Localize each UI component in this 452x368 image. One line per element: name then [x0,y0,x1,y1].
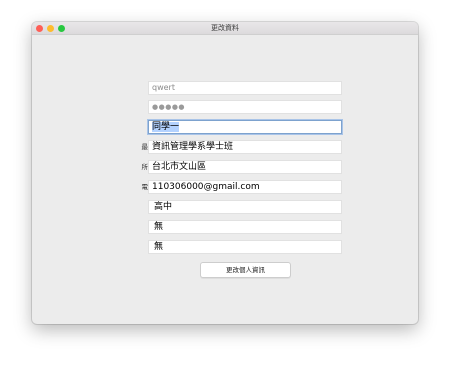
highest-education-field[interactable]: 資訊管理學系學士班 [148,140,342,154]
experience-field[interactable]: 無 [148,220,342,234]
password-field[interactable]: ●●●●● [148,100,342,114]
title-bar: 更改資料 [32,22,418,35]
name-field[interactable]: 同學一 [148,120,342,134]
window-title: 更改資料 [211,24,239,32]
region-field[interactable]: 台北市文山區 [148,160,342,174]
update-profile-button[interactable]: 更改個人資訊 [200,262,291,278]
account-field[interactable]: qwert [148,81,342,95]
email-field[interactable]: 110306000@gmail.com [148,180,342,194]
education-field[interactable]: 高中 [148,200,342,214]
profile-edit-window: 更改資料 帳號： qwert 密碼： ●●●●● 姓名： 同學一 最高學歷： 資… [32,22,418,324]
about-field[interactable]: 無 [148,240,342,254]
name-field-selected-text: 同學一 [152,122,180,132]
